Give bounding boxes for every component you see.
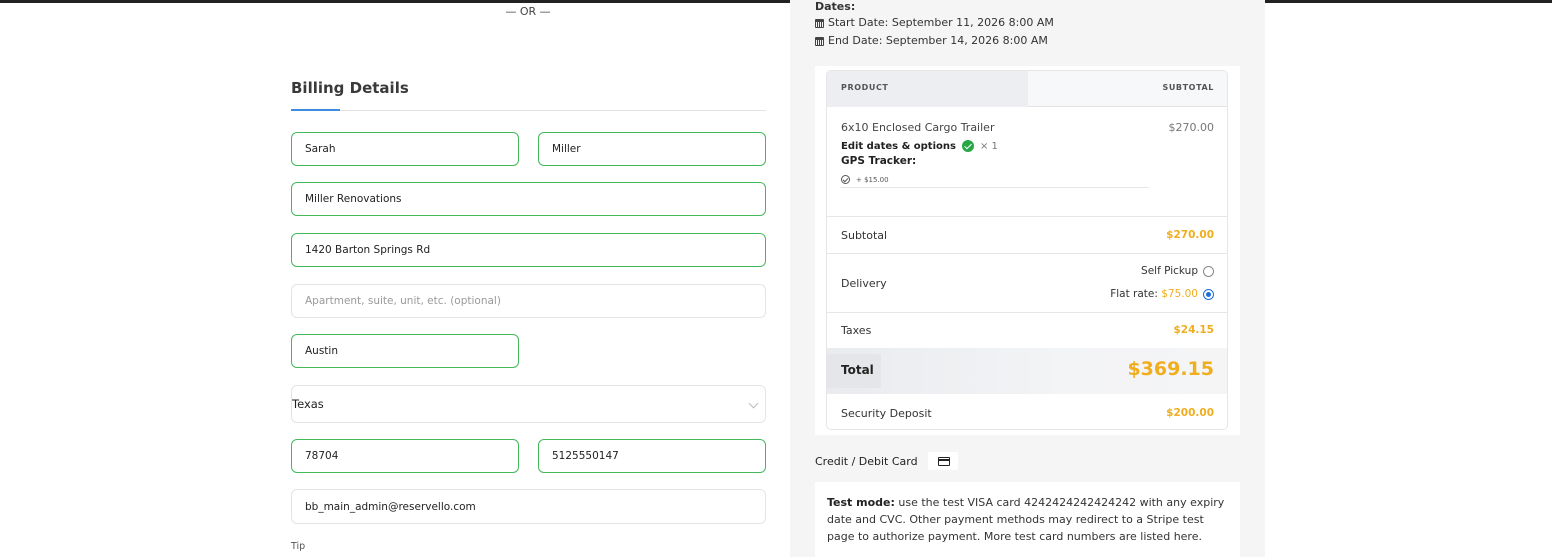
- taxes-label: Taxes: [841, 324, 872, 337]
- billing-title-accent: [291, 109, 340, 111]
- flat-rate-price: $75.00: [1161, 288, 1198, 300]
- row-divider: [827, 312, 1227, 313]
- flat-rate-label: Flat rate: $75.00: [1110, 288, 1198, 300]
- dates-title: Dates:: [815, 0, 856, 13]
- gps-tracker-label: GPS Tracker:: [841, 155, 917, 167]
- end-date-row: End Date: September 14, 2026 8:00 AM: [815, 34, 1048, 47]
- delivery-option-self-pickup[interactable]: Self Pickup: [1141, 265, 1214, 277]
- tip-label: Tip: [291, 541, 306, 552]
- chevron-down-icon: [748, 398, 759, 409]
- table-header: PRODUCT SUBTOTAL: [827, 71, 1227, 107]
- email-value: bb_main_admin@reservello.com: [305, 500, 476, 513]
- flat-rate-radio[interactable]: [1203, 288, 1214, 300]
- test-mode-strong: Test mode:: [827, 496, 895, 509]
- last-name-value: Miller: [552, 143, 581, 155]
- delivery-option-flat-rate[interactable]: Flat rate: $75.00: [1110, 288, 1214, 300]
- address-line2-placeholder: Apartment, suite, unit, etc. (optional): [305, 295, 501, 307]
- row-divider: [827, 253, 1227, 254]
- first-name-value: Sarah: [305, 143, 336, 155]
- email-field[interactable]: bb_main_admin@reservello.com: [291, 489, 766, 524]
- start-date-row: Start Date: September 11, 2026 8:00 AM: [815, 16, 1054, 29]
- calendar-icon: [815, 18, 824, 28]
- state-value: Texas: [292, 397, 324, 411]
- product-price: $270.00: [1168, 121, 1215, 134]
- product-name: 6x10 Enclosed Cargo Trailer: [841, 121, 995, 134]
- first-name-field[interactable]: Sarah: [291, 132, 519, 166]
- test-cards-link[interactable]: here: [1174, 530, 1199, 543]
- self-pickup-label: Self Pickup: [1141, 265, 1198, 277]
- zip-field[interactable]: 78704: [291, 439, 519, 473]
- delivery-label: Delivery: [841, 277, 887, 290]
- city-field[interactable]: Austin: [291, 334, 519, 368]
- last-name-field[interactable]: Miller: [538, 132, 766, 166]
- address-line2-field[interactable]: Apartment, suite, unit, etc. (optional): [291, 284, 766, 318]
- header-subtotal: SUBTOTAL: [1162, 83, 1214, 92]
- security-deposit-value: $200.00: [1166, 407, 1214, 419]
- payment-method-credit-card[interactable]: Credit / Debit Card: [815, 452, 958, 470]
- check-circle-icon: [961, 140, 974, 152]
- calendar-icon: [815, 36, 824, 46]
- gps-tracker-option: + $15.00: [841, 175, 889, 184]
- subtotal-value: $270.00: [1166, 229, 1214, 241]
- city-value: Austin: [305, 345, 338, 357]
- order-table: PRODUCT SUBTOTAL 6x10 Enclosed Cargo Tra…: [826, 70, 1228, 430]
- zip-value: 78704: [305, 450, 339, 462]
- payment-method-label: Credit / Debit Card: [815, 454, 918, 468]
- header-product: PRODUCT: [841, 83, 889, 92]
- total-label: Total: [841, 363, 874, 377]
- test-mode-notice: Test mode: use the test VISA card 424242…: [827, 494, 1231, 545]
- street-address-field[interactable]: 1420 Barton Springs Rd: [291, 233, 766, 267]
- edit-dates-options-link[interactable]: Edit dates & options: [841, 141, 956, 152]
- edit-options-row: Edit dates & options × 1: [841, 140, 998, 152]
- top-bar: [0, 0, 1552, 3]
- security-deposit-label: Security Deposit: [841, 407, 932, 420]
- subtotal-label: Subtotal: [841, 229, 888, 242]
- or-separator: — OR —: [505, 5, 551, 18]
- phone-field[interactable]: 5125550147: [538, 439, 766, 473]
- company-field[interactable]: Miller Renovations: [291, 182, 766, 216]
- total-value: $369.15: [1127, 358, 1214, 380]
- credit-card-icon: [927, 452, 958, 470]
- gps-tracker-price: + $15.00: [856, 175, 889, 184]
- row-divider: [827, 216, 1227, 217]
- option-divider: [841, 187, 1149, 188]
- state-select[interactable]: Texas: [291, 385, 766, 423]
- total-row: Total $369.15: [827, 348, 1227, 394]
- end-date-text: End Date: September 14, 2026 8:00 AM: [828, 34, 1048, 47]
- flat-rate-text: Flat rate:: [1110, 288, 1162, 300]
- billing-title-divider: [291, 110, 766, 111]
- company-value: Miller Renovations: [305, 193, 402, 205]
- start-date-text: Start Date: September 11, 2026 8:00 AM: [828, 16, 1054, 29]
- check-circle-outline-icon: [841, 175, 850, 184]
- product-quantity: × 1: [979, 140, 998, 152]
- taxes-value: $24.15: [1173, 324, 1214, 336]
- street-address-value: 1420 Barton Springs Rd: [305, 244, 431, 256]
- payment-test-mode-box: Test mode: use the test VISA card 424242…: [815, 482, 1240, 557]
- billing-details-title: Billing Details: [291, 79, 409, 97]
- test-mode-end: .: [1198, 530, 1202, 543]
- phone-value: 5125550147: [552, 450, 619, 462]
- self-pickup-radio[interactable]: [1203, 265, 1214, 277]
